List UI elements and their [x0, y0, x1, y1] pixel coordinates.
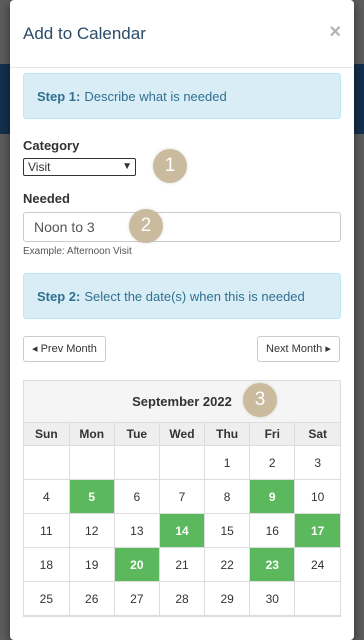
step-badge-1: 1: [153, 149, 187, 183]
weekday-sun: Sun: [24, 423, 70, 446]
caret-left-icon: ◂: [32, 343, 38, 355]
weekday-tue: Tue: [114, 423, 160, 446]
weekday-fri: Fri: [249, 423, 296, 446]
calendar-body: 1 2 3 4 5 6 7 8 9 10 11 12 13 14 15 16 17 18 19 20 21 22 23 24 2…: [24, 445, 340, 616]
calendar-week-row: 25 26 27 28 29 30: [24, 581, 340, 616]
calendar-week-row: 123: [24, 445, 340, 480]
calendar-day[interactable]: 5: [69, 479, 115, 514]
category-label: Category: [23, 138, 80, 153]
calendar-day[interactable]: 23: [249, 547, 296, 582]
calendar-day[interactable]: 7: [159, 479, 206, 514]
calendar-day[interactable]: 4: [24, 479, 70, 514]
calendar-day[interactable]: 24: [294, 547, 340, 582]
calendar-day[interactable]: 26: [69, 581, 115, 616]
calendar-day[interactable]: 27: [114, 581, 160, 616]
needed-input[interactable]: Noon to 3: [23, 212, 341, 242]
calendar-day[interactable]: 21: [159, 547, 206, 582]
calendar-day[interactable]: 6: [114, 479, 160, 514]
calendar-day[interactable]: 29: [204, 581, 251, 616]
weekday-header-row: Sun Mon Tue Wed Thu Fri Sat: [24, 423, 340, 446]
calendar-week-row: 18 19 20 21 22 23 24: [24, 547, 340, 582]
calendar-day[interactable]: 20: [114, 547, 160, 582]
step2-alert: Step 2: Select the date(s) when this is …: [23, 273, 341, 319]
calendar-empty-cell: [114, 445, 160, 480]
next-month-label: Next Month: [266, 343, 323, 355]
calendar-day[interactable]: 28: [159, 581, 206, 616]
prev-month-button[interactable]: ◂ Prev Month: [23, 336, 106, 362]
calendar-day[interactable]: 19: [69, 547, 115, 582]
calendar-day[interactable]: 17: [294, 513, 340, 548]
chevron-down-icon: ▼: [122, 161, 132, 172]
calendar-empty-cell: [69, 445, 115, 480]
calendar-day[interactable]: 25: [24, 581, 70, 616]
needed-label: Needed: [23, 191, 70, 206]
calendar-day[interactable]: 12: [69, 513, 115, 548]
category-selected-value: Visit: [28, 160, 51, 174]
step1-alert: Step 1: Describe what is needed: [23, 73, 341, 119]
step-badge-3: 3: [243, 383, 277, 417]
step1-label: Step 1:: [37, 88, 81, 104]
step-badge-2: 2: [129, 209, 163, 243]
calendar-day[interactable]: 9: [249, 479, 296, 514]
needed-help-text: Example: Afternoon Visit: [23, 246, 132, 257]
calendar-week-row: 11 12 13 14 15 16 17: [24, 513, 340, 548]
weekday-thu: Thu: [204, 423, 251, 446]
calendar-day[interactable]: 18: [24, 547, 70, 582]
prev-month-label: Prev Month: [40, 343, 97, 355]
next-month-button[interactable]: Next Month ▸: [257, 336, 340, 362]
calendar-empty-cell: [24, 445, 70, 480]
calendar-day[interactable]: 15: [204, 513, 251, 548]
calendar-empty-cell: [159, 445, 206, 480]
calendar-day[interactable]: 11: [24, 513, 70, 548]
close-icon[interactable]: ×: [329, 22, 341, 42]
calendar-month-title: September 2022: [24, 381, 340, 423]
calendar-week-row: 4 5 6 7 8 9 10: [24, 479, 340, 514]
calendar-day[interactable]: 2: [249, 445, 296, 480]
modal-title: Add to Calendar: [23, 24, 146, 43]
calendar-empty-cell: [294, 581, 340, 616]
calendar-day[interactable]: 10: [294, 479, 340, 514]
step1-text: Describe what is needed: [84, 88, 227, 104]
calendar-day[interactable]: 1: [204, 445, 251, 480]
calendar-day[interactable]: 16: [249, 513, 296, 548]
calendar-day[interactable]: 8: [204, 479, 251, 514]
modal-header: Add to Calendar ×: [10, 0, 354, 68]
calendar: September 2022 Sun Mon Tue Wed Thu Fri S…: [23, 380, 341, 617]
weekday-mon: Mon: [69, 423, 115, 446]
caret-right-icon: ▸: [325, 343, 331, 355]
calendar-day[interactable]: 3: [294, 445, 340, 480]
calendar-day[interactable]: 30: [249, 581, 296, 616]
step2-label: Step 2:: [37, 288, 81, 304]
calendar-day[interactable]: 14: [159, 513, 206, 548]
weekday-sat: Sat: [294, 423, 340, 446]
calendar-grid: Sun Mon Tue Wed Thu Fri Sat 1 2 3 4 5 6 7 8 9 10 1…: [24, 423, 340, 616]
add-to-calendar-modal: Add to Calendar × Step 1: Describe what …: [10, 0, 354, 640]
calendar-day[interactable]: 22: [204, 547, 251, 582]
step2-text: Select the date(s) when this is needed: [84, 288, 305, 304]
weekday-wed: Wed: [159, 423, 206, 446]
category-select[interactable]: Visit ▼: [23, 158, 136, 176]
calendar-day[interactable]: 13: [114, 513, 160, 548]
